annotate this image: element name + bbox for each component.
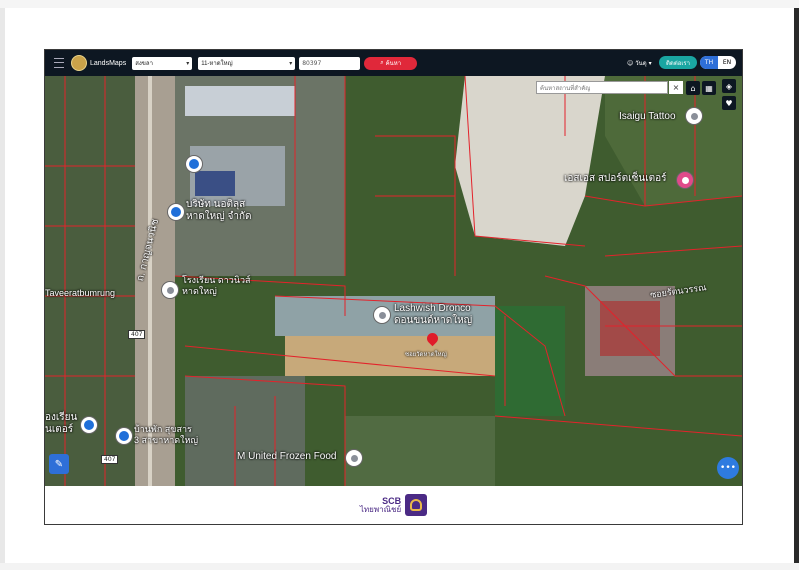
page-header-strip xyxy=(0,0,799,8)
map-label-alley: ซอยวัดหาดใหญ่ xyxy=(405,352,447,358)
scb-brand-text: SCB ไทยพาณิชย์ xyxy=(359,496,402,514)
province-value: สงขลา xyxy=(135,61,153,67)
location-pin-icon[interactable] xyxy=(162,282,178,298)
layers-icon[interactable]: ◈ xyxy=(722,79,736,93)
map-label-left-line2: นเตอร์ xyxy=(45,424,74,435)
province-select[interactable]: สงขลา ▾ xyxy=(132,56,193,70)
map-label-lashwish-en: Lashwish Dronco xyxy=(394,303,471,314)
app-header: LandsMaps สงขลา ▾ 11-หาดใหญ่ ▾ 80397 ⌕ ค… xyxy=(45,50,742,76)
building-pin-icon[interactable] xyxy=(81,417,97,433)
close-icon[interactable]: × xyxy=(669,81,683,94)
home-icon[interactable]: ⌂ xyxy=(686,81,700,95)
brand-title: LandsMaps xyxy=(90,59,127,67)
district-select[interactable]: 11-หาดใหญ่ ▾ xyxy=(198,56,296,70)
chevron-down-icon: ▾ xyxy=(289,60,293,67)
lang-th-button[interactable]: TH xyxy=(700,56,718,69)
map-label-frozen-food: M United Frozen Food xyxy=(237,451,337,462)
building-pin-icon[interactable] xyxy=(116,428,132,444)
search-button[interactable]: ⌕ ค้นหา xyxy=(364,56,418,70)
shop-pin-icon[interactable] xyxy=(677,172,693,188)
map-label-hospital-line2: 3 สาขาหาดใหญ่ xyxy=(134,435,199,445)
location-pin-icon[interactable] xyxy=(374,307,390,323)
landmark-search-placeholder: ค้นหาสถานที่สำคัญ xyxy=(540,84,591,92)
more-options-button[interactable]: ••• xyxy=(717,457,739,479)
map-label-company-line1: บริษัท นอติลุส xyxy=(186,199,246,210)
map-label-school-line2: หาดใหญ่ xyxy=(182,286,217,296)
route-shield-407: 407 xyxy=(101,455,119,464)
user-icon: ☺ xyxy=(627,59,634,67)
map-label-veerat: Taveeratbumrung xyxy=(45,288,116,298)
language-toggle: TH EN xyxy=(700,56,736,69)
user-menu[interactable]: ☺ วันดุ ▾ xyxy=(627,58,652,68)
location-pin-icon[interactable] xyxy=(686,108,702,124)
location-pin-icon[interactable] xyxy=(346,450,362,466)
scb-brand-th: ไทยพาณิชย์ xyxy=(359,504,402,514)
map-label-company-line2: หาดใหญ่ จำกัด xyxy=(186,211,252,222)
building-pin-icon[interactable] xyxy=(168,204,184,220)
page-footer-strip xyxy=(0,563,799,570)
search-icon: ⌕ xyxy=(380,59,384,66)
map-label-sports-center: เอสเอส สปอร์ตเซ็นเตอร์ xyxy=(564,173,667,184)
menu-icon[interactable] xyxy=(54,58,64,68)
map-label-left-line1: องเรียน xyxy=(45,412,78,423)
district-value: 11-หาดใหญ่ xyxy=(201,61,233,67)
landmark-search-input[interactable]: ค้นหาสถานที่สำคัญ xyxy=(536,81,668,94)
landsmaps-logo xyxy=(71,55,87,71)
lang-en-button[interactable]: EN xyxy=(718,56,736,69)
keyboard-icon[interactable]: ▦ xyxy=(702,81,716,95)
sponsor-footer: SCB ไทยพาณิชย์ xyxy=(45,486,742,524)
satellite-map[interactable]: ค้นหาสถานที่สำคัญ × ⌂ ▦ ◈ ♥ Isaigu Tatto… xyxy=(45,76,742,486)
map-label-hospital-line1: บ้านพัก สุขสาร xyxy=(134,424,192,434)
contact-button[interactable]: ติดต่อเรา xyxy=(659,56,697,69)
user-name: วันดุ xyxy=(635,60,647,67)
measure-tool-icon[interactable]: ✎ xyxy=(49,454,69,474)
parcel-number-value: 80397 xyxy=(302,59,322,67)
chevron-down-icon: ▾ xyxy=(648,59,652,67)
scb-logo-icon xyxy=(405,494,428,516)
search-button-label: ค้นหา xyxy=(385,60,402,67)
route-shield-407: 407 xyxy=(128,330,146,339)
map-label-school-line1: โรงเรียน ดาวนิวส์ xyxy=(182,275,251,285)
document-page: LandsMaps สงขลา ▾ 11-หาดใหญ่ ▾ 80397 ⌕ ค… xyxy=(0,0,799,570)
building-pin-icon[interactable] xyxy=(186,156,202,172)
heart-icon[interactable]: ♥ xyxy=(722,96,736,110)
landsmaps-app: LandsMaps สงขลา ▾ 11-หาดใหญ่ ▾ 80397 ⌕ ค… xyxy=(44,49,743,525)
map-label-isaigu: Isaigu Tattoo xyxy=(619,111,676,122)
chevron-down-icon: ▾ xyxy=(186,60,190,67)
parcel-number-input[interactable]: 80397 xyxy=(299,56,361,70)
map-label-lashwish-th: ดอนขนด์หาดใหญ่ xyxy=(394,315,473,326)
